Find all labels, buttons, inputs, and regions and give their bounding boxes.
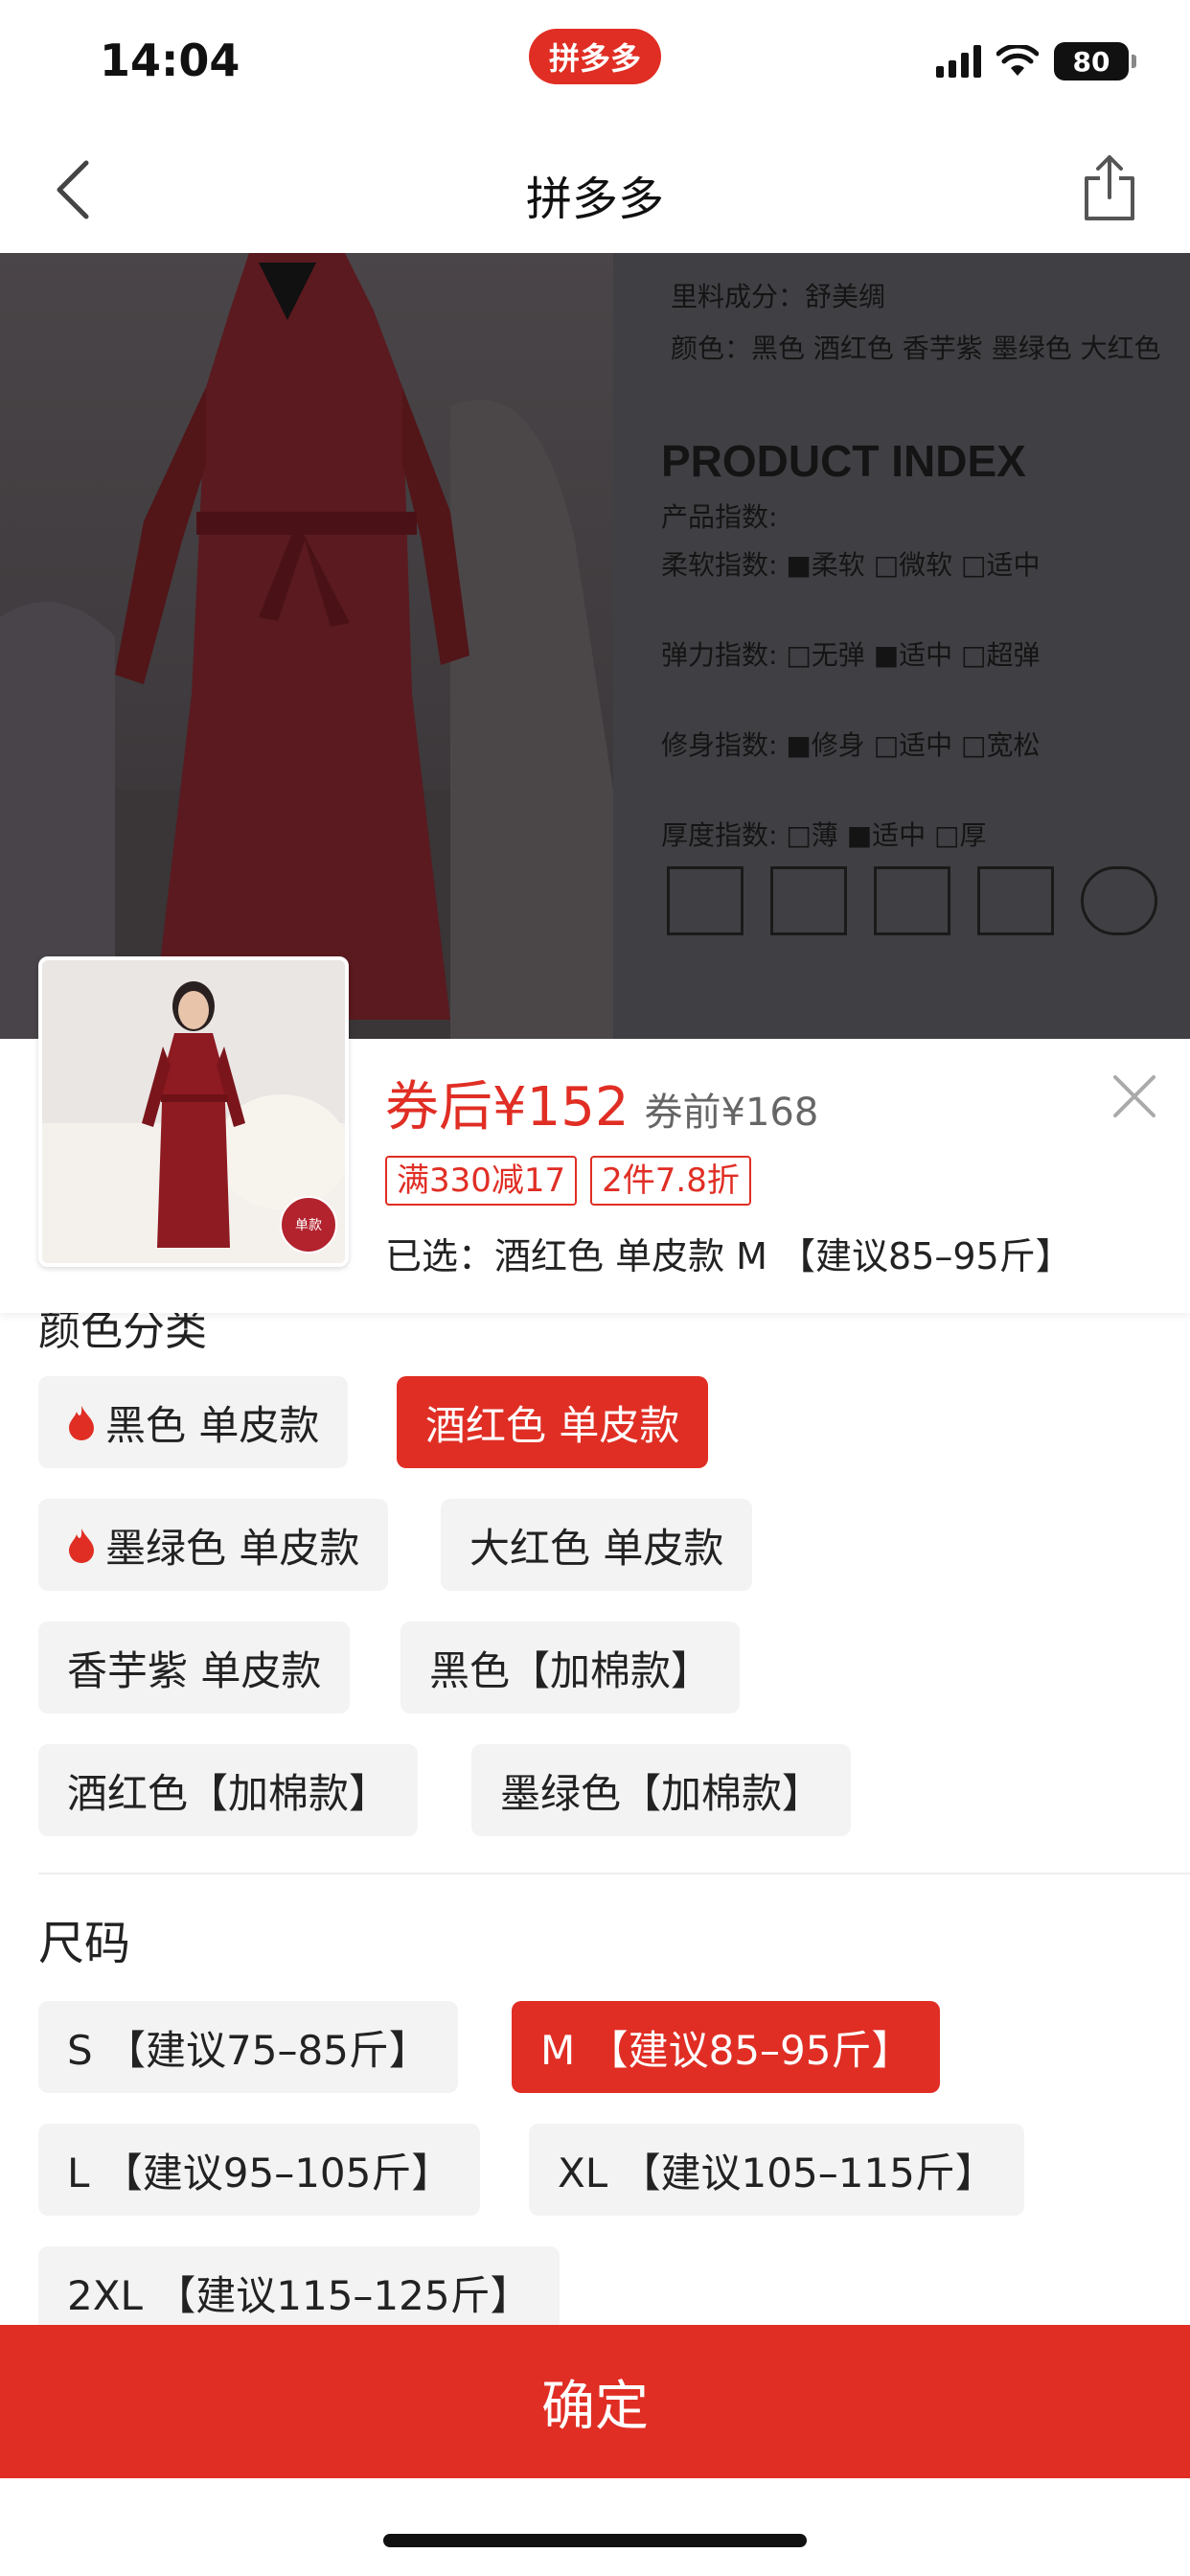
nav-bar: 拼多多 [0,125,1190,253]
color-option-label: 墨绿色 单皮款 [105,1524,360,1572]
color-option-label: 黑色【加棉款】 [429,1646,712,1694]
confirm-button[interactable]: 确定 [0,2325,1190,2478]
index-subtitle: 产品指数: [661,501,778,533]
battery-icon: 80 [1054,42,1136,80]
size-option[interactable]: XL 【建议105–115斤】 [529,2124,1024,2216]
size-option-label: XL 【建议105–115斤】 [558,2149,995,2196]
promo-tag: 2件7.8折 [590,1156,751,1206]
dry-clean-icon [1081,866,1157,935]
hot-flame-icon [69,1406,94,1440]
home-indicator[interactable] [383,2534,807,2547]
wifi-icon [996,45,1039,76]
close-icon[interactable] [1111,1073,1157,1119]
color-option-label: 墨绿色【加棉款】 [500,1769,823,1817]
iron-icon [977,866,1054,935]
price-row: 券后¥152 券前¥168 [385,1064,818,1141]
section-divider [38,1873,1190,1874]
size-option[interactable]: L 【建议95–105斤】 [38,2124,481,2216]
color-option[interactable]: 酒红色【加棉款】 [38,1744,419,1836]
price-before-coupon: 券前¥168 [644,1091,819,1135]
coat-illustration [0,253,613,1039]
price-after-coupon: 券后¥152 [385,1076,629,1138]
size-option[interactable]: S 【建议75–85斤】 [38,2001,458,2093]
app-indicator-pill[interactable]: 拼多多 [529,29,661,84]
index-row: 厚度指数: □薄 ■适中 □厚 [661,819,987,851]
color-option-label: 大红色 单皮款 [469,1524,724,1572]
color-option[interactable]: 黑色【加棉款】 [400,1622,741,1714]
color-option[interactable]: 大红色 单皮款 [441,1499,753,1591]
product-index-title: PRODUCT INDEX [661,436,1026,486]
color-option[interactable]: 墨绿色 单皮款 [38,1499,389,1591]
size-option-label: S 【建议75–85斤】 [67,2026,429,2074]
product-image[interactable]: 里料成分：舒美绸 颜色：黑色 酒红色 香芋紫 墨绿色 大红色 PRODUCT I… [0,253,1190,1039]
color-option-label: 酒红色 单皮款 [425,1401,680,1449]
selected-sku-text: 已选：酒红色 单皮款 M 【建议85–95斤】 [385,1235,1072,1277]
index-row: 柔软指数: ■柔软 □微软 □适中 [661,549,1041,581]
status-icons: 80 [936,42,1136,80]
model-photo [0,253,613,1039]
color-option[interactable]: 黑色 单皮款 [38,1376,349,1468]
promo-tags: 满330减17 2件7.8折 [385,1156,751,1206]
size-option-selected[interactable]: M 【建议85–95斤】 [512,2001,941,2093]
thumbnail-badge: 单款 [280,1196,337,1254]
color-option-label: 香芋紫 单皮款 [67,1646,322,1694]
hot-flame-icon [69,1529,94,1563]
color-option[interactable]: 香芋紫 单皮款 [38,1622,351,1714]
page-title: 拼多多 [525,172,664,226]
wash-icon [667,866,744,935]
color-option-label: 酒红色【加棉款】 [67,1769,390,1817]
share-icon[interactable] [1079,153,1140,222]
spec-panel: 里料成分：舒美绸 颜色：黑色 酒红色 香芋紫 墨绿色 大红色 PRODUCT I… [613,253,1190,1039]
status-bar: 14:04 拼多多 80 [0,0,1190,125]
color-option-label: 黑色 单皮款 [105,1401,320,1449]
cellular-signal-icon [936,45,981,78]
status-time: 14:04 [100,34,240,86]
size-option-label: L 【建议95–105斤】 [67,2149,452,2196]
size-option-label: 2XL 【建议115–125斤】 [67,2271,531,2319]
color-option-selected[interactable]: 酒红色 单皮款 [397,1376,709,1468]
no-bleach-icon [770,866,847,935]
size-option-label: M 【建议85–95斤】 [540,2026,912,2074]
index-row: 修身指数: ■修身 □适中 □宽松 [661,729,1041,761]
selected-sku-thumbnail[interactable]: 单款 [38,956,349,1267]
spec-colors: 颜色：黑色 酒红色 香芋紫 墨绿色 大红色 [671,333,1161,364]
size-section-title: 尺码 [38,1917,131,1970]
sheet-header: 单款 券后¥152 券前¥168 满330减17 2件7.8折 已选：酒红色 单… [0,956,1190,1313]
promo-tag: 满330减17 [385,1156,578,1206]
hang-dry-icon [874,866,950,935]
spec-lining: 里料成分：舒美绸 [671,281,886,312]
color-option[interactable]: 墨绿色【加棉款】 [471,1744,852,1836]
care-icons [667,866,1157,935]
index-row: 弹力指数: □无弹 ■适中 □超弹 [661,639,1041,671]
